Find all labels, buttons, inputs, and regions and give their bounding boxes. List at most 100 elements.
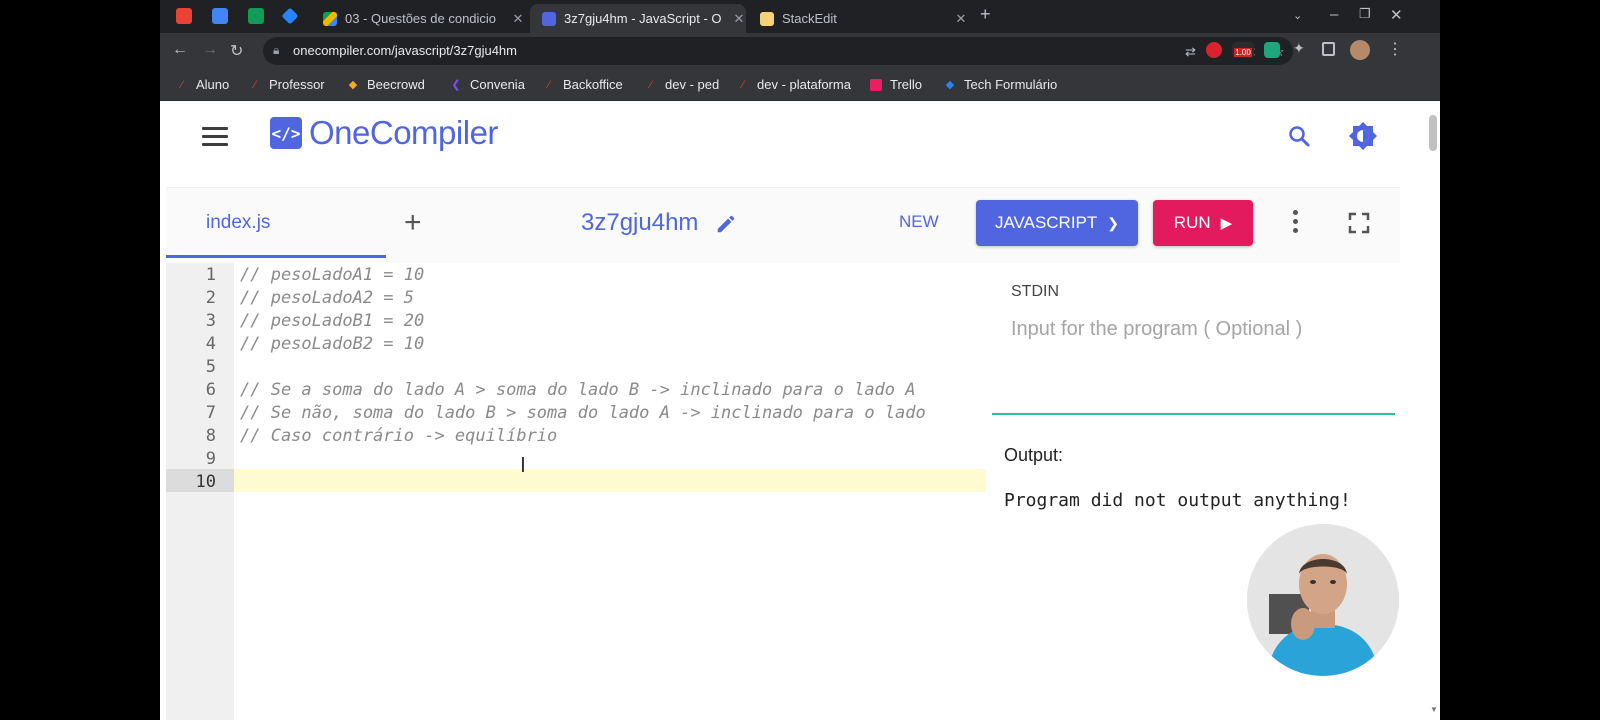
- beecrowd-icon: ◆: [348, 78, 358, 91]
- tab-onecompiler[interactable]: 3z7gju4hm - JavaScript - O ✕: [530, 4, 746, 33]
- forward-icon[interactable]: →: [202, 41, 218, 59]
- adblock-extension-icon[interactable]: [1206, 42, 1222, 58]
- fullscreen-icon[interactable]: [1348, 212, 1370, 234]
- convenia-icon: ❮: [451, 78, 461, 91]
- presenter-video-image: [1247, 524, 1399, 676]
- bookmark-professor[interactable]: ⁄ Professor: [249, 77, 325, 92]
- line-number: 7: [205, 403, 216, 423]
- code-line[interactable]: // pesoLadoA2 = 5: [240, 288, 414, 308]
- url-text: onecompiler.com/javascript/3z7gju4hm: [293, 43, 517, 58]
- close-tab-icon[interactable]: ✕: [954, 11, 968, 27]
- logo-mark[interactable]: </>: [270, 117, 302, 149]
- stdin-label: STDIN: [1011, 283, 1059, 300]
- file-tab-label: index.js: [206, 212, 271, 233]
- chrome-menu-icon[interactable]: ⋮: [1387, 39, 1403, 59]
- bookmark-convenia[interactable]: ❮ Convenia: [450, 77, 525, 92]
- bookmark-backoffice[interactable]: ⁄ Backoffice: [543, 77, 623, 92]
- side-panel-icon[interactable]: [1322, 42, 1335, 56]
- line-number: 3: [205, 311, 216, 331]
- code-line[interactable]: // Caso contrário -> equilíbrio: [240, 426, 557, 446]
- search-icon[interactable]: [1287, 124, 1311, 148]
- more-options-icon[interactable]: [1292, 210, 1300, 236]
- bookmark-dev-ped[interactable]: ⁄ dev - ped: [645, 77, 719, 92]
- active-line-highlight: [234, 469, 986, 492]
- run-label: RUN: [1173, 213, 1211, 232]
- output-label: Output:: [1004, 445, 1064, 465]
- profile-avatar[interactable]: [1350, 40, 1370, 60]
- gmail-tab-icon[interactable]: [176, 8, 192, 24]
- line-number: 9: [205, 449, 216, 469]
- minimize-icon[interactable]: –: [1330, 6, 1338, 23]
- toolbar: ← → ↻ 🔒︎ onecompiler.com/javascript/3z7g…: [160, 33, 1440, 69]
- speed-extension-icon[interactable]: 1.00: [1232, 42, 1254, 58]
- line-number: 8: [205, 426, 216, 446]
- bookmark-icon: ⁄: [742, 78, 744, 91]
- classroom-tab-icon[interactable]: [248, 8, 264, 24]
- jira-tab-icon[interactable]: [281, 7, 299, 25]
- line-number: 6: [205, 380, 216, 400]
- close-tab-icon[interactable]: ✕: [732, 11, 746, 27]
- language-select-button[interactable]: JAVASCRIPT ❯: [976, 200, 1138, 246]
- line-number: 4: [205, 334, 216, 354]
- add-file-icon[interactable]: +: [404, 206, 422, 240]
- new-tab-icon[interactable]: +: [980, 4, 991, 25]
- window-close-icon[interactable]: ✕: [1390, 6, 1403, 24]
- logo-text[interactable]: OneCompiler: [309, 114, 498, 152]
- bookmark-tech-formulario[interactable]: ◆ Tech Formulário: [944, 77, 1057, 92]
- check-extension-icon[interactable]: [1264, 42, 1280, 58]
- page-scrollbar[interactable]: [1429, 115, 1437, 151]
- lock-icon[interactable]: 🔒︎: [273, 43, 279, 58]
- code-line[interactable]: // Se não, soma do lado B > soma do lado…: [240, 403, 926, 423]
- run-button[interactable]: RUN ▶: [1153, 200, 1253, 246]
- text-cursor-icon: I: [520, 453, 526, 477]
- code-line[interactable]: // pesoLadoB1 = 20: [240, 311, 424, 331]
- tab-strip: 03 - Questões de condicio ✕ 3z7gju4hm - …: [160, 0, 1440, 33]
- bookmark-aluno[interactable]: ⁄ Aluno: [176, 77, 229, 92]
- bookmark-icon: ⁄: [650, 78, 652, 91]
- theme-toggle-icon[interactable]: [1348, 121, 1378, 151]
- extensions-puzzle-icon[interactable]: ✦: [1293, 40, 1309, 56]
- menu-icon[interactable]: [202, 127, 228, 147]
- reload-icon[interactable]: ↻: [230, 41, 243, 61]
- language-label: JAVASCRIPT: [994, 213, 1098, 232]
- code-editor[interactable]: 1 // pesoLadoA1 = 10 2 // pesoLadoA2 = 5…: [166, 263, 986, 720]
- bookmark-icon: ⁄: [548, 78, 550, 91]
- bookmark-beecrowd[interactable]: ◆ Beecrowd: [347, 77, 425, 92]
- webcam-overlay: [1247, 524, 1399, 676]
- tab-questoes[interactable]: 03 - Questões de condicio ✕: [313, 4, 525, 33]
- code-line[interactable]: // Se a soma do lado A > soma do lado B …: [240, 380, 916, 400]
- stdin-input[interactable]: [1011, 315, 1381, 343]
- scroll-down-arrow-icon[interactable]: ▼: [1430, 705, 1438, 714]
- calendar-tab-icon[interactable]: [212, 8, 228, 24]
- back-icon[interactable]: ←: [172, 41, 188, 59]
- edit-pencil-icon[interactable]: [715, 213, 737, 235]
- panel-divider[interactable]: [992, 413, 1395, 415]
- stdin-panel: STDIN: [992, 263, 1400, 413]
- trello-icon: [870, 78, 882, 91]
- restore-icon[interactable]: ❐: [1359, 6, 1371, 22]
- onecompiler-icon: [542, 11, 556, 26]
- line-number: 10: [195, 472, 216, 492]
- bookmark-trello[interactable]: Trello: [870, 77, 922, 92]
- code-line[interactable]: // pesoLadoB2 = 10: [240, 334, 424, 354]
- drive-icon: [323, 11, 337, 26]
- play-icon: ▶: [1220, 215, 1233, 232]
- jira-icon: ◆: [945, 78, 955, 91]
- program-name: 3z7gju4hm: [581, 209, 699, 236]
- close-tab-icon[interactable]: ✕: [511, 11, 525, 27]
- stackedit-icon: [760, 11, 774, 26]
- tab-stackedit[interactable]: StackEdit ✕: [750, 4, 968, 33]
- translate-icon[interactable]: ⇄: [1185, 44, 1196, 60]
- chevron-down-icon: ❯: [1107, 214, 1120, 231]
- editor-toolbar: index.js + 3z7gju4hm NEW JAVASCRIPT ❯ RU…: [166, 188, 1400, 263]
- compiler-workspace: index.js + 3z7gju4hm NEW JAVASCRIPT ❯ RU…: [166, 187, 1400, 720]
- bookmark-icon: ⁄: [181, 78, 183, 91]
- file-tab[interactable]: index.js: [166, 188, 386, 258]
- bookmark-dev-plataforma[interactable]: ⁄ dev - plataforma: [737, 77, 851, 92]
- line-number: 5: [205, 357, 216, 377]
- code-line[interactable]: // pesoLadoA1 = 10: [240, 265, 424, 285]
- address-bar[interactable]: 🔒︎ onecompiler.com/javascript/3z7gju4hm …: [263, 37, 1293, 65]
- output-text: Program did not output anything!: [1004, 490, 1351, 511]
- new-button[interactable]: NEW: [899, 212, 939, 232]
- tab-search-chevron-icon[interactable]: ⌄: [1293, 9, 1302, 22]
